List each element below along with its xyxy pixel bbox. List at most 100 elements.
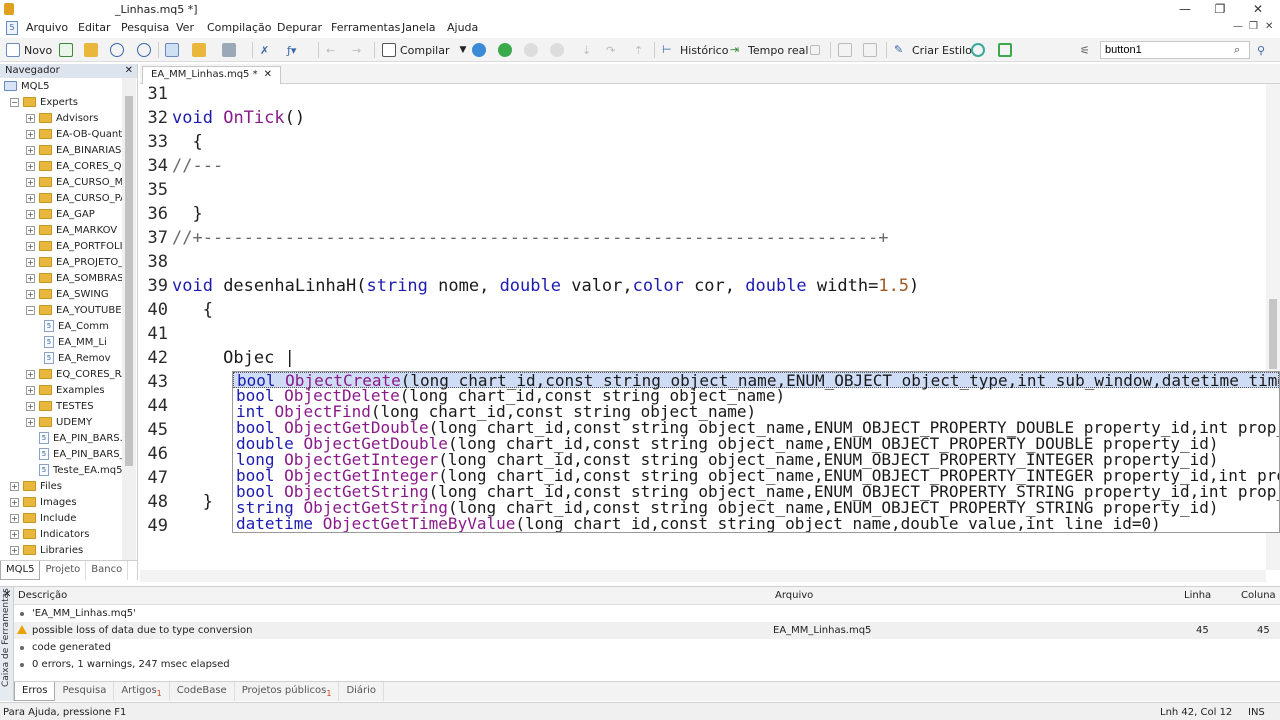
tree-item[interactable]: − EA_YOUTUBE xyxy=(26,302,122,318)
tree-item[interactable]: + UDEMY xyxy=(26,414,92,430)
mdi-restore-button[interactable]: ❐ xyxy=(1249,21,1258,32)
code-line[interactable]: 35 xyxy=(140,180,172,204)
compile-button[interactable]: Compilar ▼ xyxy=(382,41,466,59)
create-style-button[interactable]: ✎ Criar Estilo xyxy=(894,41,972,59)
navigator-toggle-button[interactable] xyxy=(165,41,179,59)
tree-item[interactable]: − Experts xyxy=(10,94,78,110)
menu-janela[interactable]: Janela xyxy=(402,21,436,34)
pause-button[interactable] xyxy=(524,41,538,59)
maximize-button[interactable]: ❐ xyxy=(1200,1,1240,17)
close-window-button[interactable]: ✕ xyxy=(1238,1,1278,17)
tab-banco[interactable]: Banco xyxy=(86,561,129,580)
message-row[interactable]: code generated xyxy=(14,639,1280,656)
column-col[interactable]: Coluna xyxy=(1241,590,1276,601)
code-line[interactable]: 42 Objec | xyxy=(140,348,295,372)
code-line[interactable]: 44 xyxy=(140,396,172,420)
tree-item[interactable]: 5 EA_MM_Li xyxy=(44,334,107,350)
tree-item[interactable]: MQL5 xyxy=(4,78,49,94)
toolbox-tab[interactable]: Projetos públicos1 xyxy=(235,682,340,701)
editor-horizontal-scrollbar[interactable] xyxy=(140,570,1266,582)
search-options-button[interactable]: ⚟ xyxy=(1080,41,1090,59)
tree-item[interactable]: + Advisors xyxy=(26,110,98,126)
code-line[interactable]: 37//+-----------------------------------… xyxy=(140,228,889,252)
menu-pesquisa[interactable]: Pesquisa xyxy=(121,21,169,34)
code-line[interactable]: 31 xyxy=(140,84,172,108)
code-line[interactable]: 47 xyxy=(140,468,172,492)
step-over-button[interactable]: ↷ xyxy=(606,41,615,59)
column-description[interactable]: Descrição xyxy=(18,590,67,601)
search-button[interactable]: ⌕ xyxy=(1234,41,1240,59)
tree-item[interactable]: + EA_MARKOV xyxy=(26,222,117,238)
expander-icon[interactable]: + xyxy=(10,497,19,507)
code-line[interactable]: 45 xyxy=(140,420,172,444)
column-file[interactable]: Arquivo xyxy=(775,590,813,601)
expander-icon[interactable]: + xyxy=(10,513,19,523)
tree-item[interactable]: + EA_SOMBRAS xyxy=(26,270,122,286)
expander-icon[interactable]: + xyxy=(26,177,35,187)
tree-item[interactable]: + Examples xyxy=(26,382,105,398)
code-line[interactable]: 49 xyxy=(140,516,172,540)
tree-item[interactable]: + EA_BINARIAS xyxy=(26,142,121,158)
mdi-minimize-button[interactable]: — xyxy=(1233,21,1243,32)
stop-button[interactable] xyxy=(550,41,564,59)
expander-icon[interactable]: + xyxy=(26,289,35,299)
code-line[interactable]: 34//--- xyxy=(140,156,224,180)
document-icon[interactable]: 5 xyxy=(6,21,18,35)
copy-button[interactable] xyxy=(838,41,852,59)
code-line[interactable]: 48 } xyxy=(140,492,213,516)
tree-item[interactable]: + EA_CURSO_M xyxy=(26,174,122,190)
tree-item[interactable]: 5 EA_PIN_BARS. xyxy=(26,430,122,446)
mdi-close-button[interactable]: ✕ xyxy=(1265,21,1273,32)
zoom-button[interactable] xyxy=(863,41,877,59)
editor-tab[interactable]: EA_MM_Linhas.mq5 * ✕ xyxy=(142,66,281,84)
tree-item[interactable]: + EA_PORTFOLI xyxy=(26,238,122,254)
tree-item[interactable]: + EA_GAP xyxy=(26,206,95,222)
navigator-scrollbar[interactable] xyxy=(122,78,136,560)
print-button[interactable] xyxy=(222,41,236,59)
expander-icon[interactable]: + xyxy=(26,369,35,379)
tree-item[interactable]: + EA_SWING xyxy=(26,286,109,302)
expander-icon[interactable]: − xyxy=(10,97,19,107)
menu-arquivo[interactable]: Arquivo xyxy=(26,21,68,34)
new-project-button[interactable] xyxy=(59,41,73,59)
code-line[interactable]: 41 xyxy=(140,324,172,348)
column-line[interactable]: Linha xyxy=(1184,590,1211,601)
search-input[interactable] xyxy=(1100,41,1250,59)
scroll-thumb[interactable] xyxy=(1269,299,1277,369)
autocomplete-item[interactable]: datetime ObjectGetTimeByValue(long chart… xyxy=(233,516,1279,532)
expander-icon[interactable]: + xyxy=(26,145,35,155)
tree-item[interactable]: 5 EA_Comm xyxy=(44,318,109,334)
tree-item[interactable]: + Libraries xyxy=(10,542,83,558)
expander-icon[interactable]: + xyxy=(26,401,35,411)
tree-item[interactable]: 5 EA_PIN_BARS_ xyxy=(26,446,122,462)
back-button[interactable]: ← xyxy=(326,41,335,59)
expander-icon[interactable]: + xyxy=(26,385,35,395)
debug-start-button[interactable] xyxy=(472,41,486,59)
stop-test-button[interactable] xyxy=(810,41,820,59)
tab-mql5[interactable]: MQL5 xyxy=(0,561,41,580)
menu-editar[interactable]: Editar xyxy=(78,21,111,34)
tree-item[interactable]: + EA_CURSO_PA xyxy=(26,190,122,206)
menu-depurar[interactable]: Depurar xyxy=(277,21,322,34)
new-button[interactable]: Novo xyxy=(6,41,52,59)
menu-compilacao[interactable]: Compilação xyxy=(207,21,271,34)
message-row[interactable]: 'EA_MM_Linhas.mq5' xyxy=(14,605,1280,622)
menu-ferramentas[interactable]: Ferramentas xyxy=(331,21,400,34)
history-button[interactable]: ⊢ Histórico xyxy=(662,41,728,59)
save-all-button[interactable] xyxy=(137,41,151,59)
expander-icon[interactable]: + xyxy=(26,257,35,267)
toolbox-tab[interactable]: Erros xyxy=(14,682,56,701)
toolbox-tab[interactable]: Artigos1 xyxy=(114,682,170,701)
debug-real-button[interactable] xyxy=(498,41,512,59)
scroll-thumb[interactable] xyxy=(125,96,133,466)
market-button[interactable] xyxy=(998,41,1012,59)
tree-item[interactable]: 5 EA_Remov xyxy=(44,350,111,366)
expander-icon[interactable]: + xyxy=(10,481,19,491)
code-line[interactable]: 39 void desenhaLinhaH(string nome, double… xyxy=(140,276,920,300)
tree-item[interactable]: + EQ_CORES_RA xyxy=(26,366,122,382)
expander-icon[interactable]: + xyxy=(26,161,35,171)
tree-item[interactable]: + Indicators xyxy=(10,526,89,542)
tree-item[interactable]: + TESTES xyxy=(26,398,94,414)
tree-item[interactable]: + EA_PROJETO_ xyxy=(26,254,122,270)
close-navigator-button[interactable]: ✕ xyxy=(125,64,133,78)
